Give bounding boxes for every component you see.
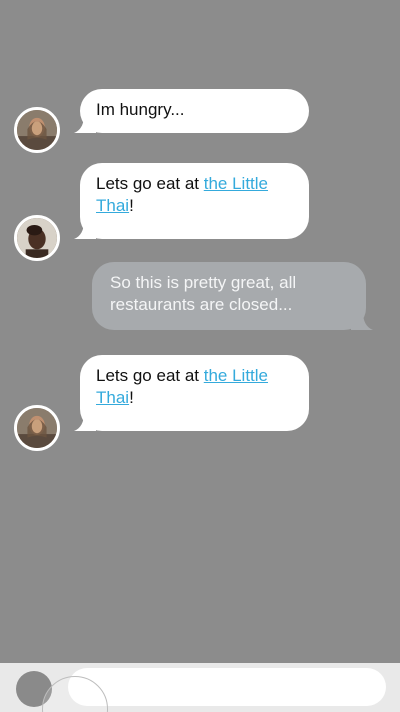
message-text: Im hungry... xyxy=(96,100,185,119)
avatar-woman[interactable] xyxy=(14,107,60,153)
message-text-suffix: ! xyxy=(129,196,134,215)
message-bubble: Lets go eat at the Little Thai! xyxy=(74,355,309,431)
chat-screen: Im hungry... Lets go eat at the Little T… xyxy=(0,0,400,712)
attach-button[interactable] xyxy=(16,671,52,707)
avatar-woman-photo xyxy=(17,408,57,448)
message-bubble: Lets go eat at the Little Thai! xyxy=(74,163,309,239)
avatar-woman[interactable] xyxy=(14,405,60,451)
message-text: Lets go eat at xyxy=(96,174,204,193)
bubble-tail xyxy=(351,312,373,330)
bubble-tail xyxy=(74,115,96,133)
bubble-tail xyxy=(74,413,96,431)
avatar-man[interactable] xyxy=(14,215,60,261)
message-text: So this is pretty great, all restaurants… xyxy=(110,273,297,314)
message-bubble: Im hungry... xyxy=(74,89,309,133)
avatar-man-photo xyxy=(17,218,57,258)
message-text-suffix: ! xyxy=(129,388,134,407)
message-input[interactable] xyxy=(68,668,386,706)
avatar-woman-photo xyxy=(17,110,57,150)
outgoing-message-bubble: So this is pretty great, all restaurants… xyxy=(92,262,373,330)
bubble-tail xyxy=(74,221,96,239)
message-text: Lets go eat at xyxy=(96,366,204,385)
